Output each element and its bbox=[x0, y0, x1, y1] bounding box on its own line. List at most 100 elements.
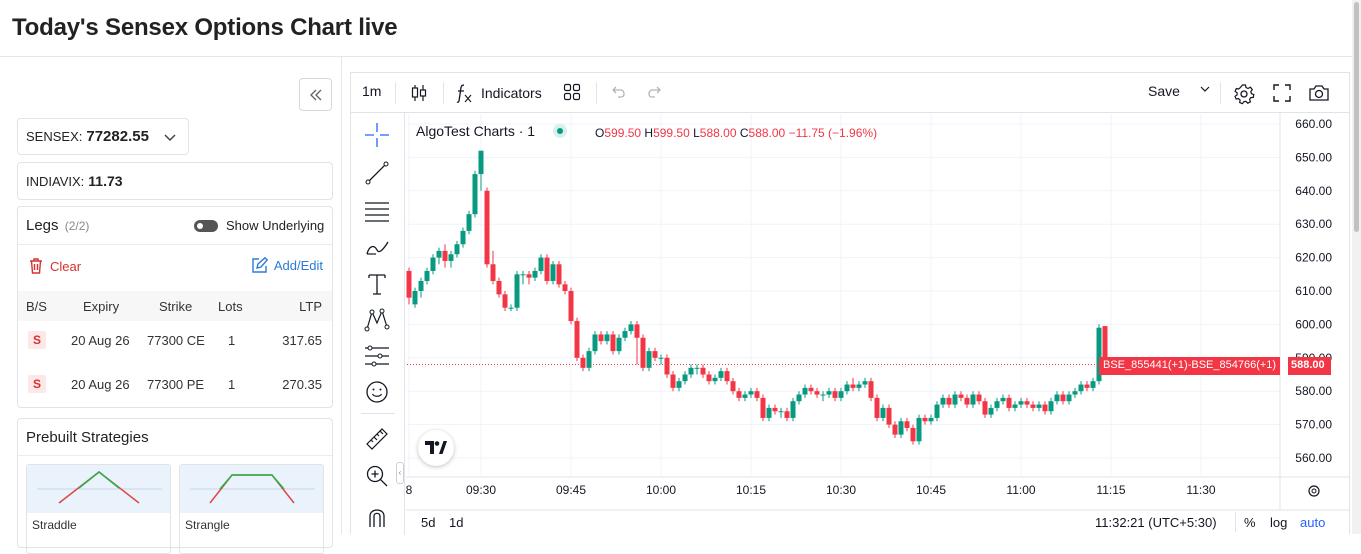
lots-cell: 1 bbox=[228, 333, 236, 348]
high-key: H bbox=[644, 126, 654, 140]
candle-body bbox=[958, 394, 964, 398]
candle-body bbox=[412, 291, 418, 305]
last-price-label: 588.00 bbox=[1288, 357, 1331, 375]
candle-body bbox=[712, 377, 718, 382]
y-tick-label: 660.00 bbox=[1295, 117, 1332, 131]
strategy-card-straddle[interactable]: Straddle bbox=[26, 464, 171, 554]
range-1d-button[interactable]: 1d bbox=[449, 515, 463, 530]
index-selector[interactable]: SENSEX: 77282.55 bbox=[17, 118, 189, 155]
y-tick-label: 650.00 bbox=[1295, 150, 1332, 164]
x-tick-label: 10:00 bbox=[646, 483, 676, 497]
strategy-card-strangle[interactable]: Strangle bbox=[179, 464, 324, 554]
candle-body bbox=[802, 387, 808, 395]
candle-body bbox=[544, 257, 550, 281]
candle-body bbox=[784, 411, 790, 418]
open-key: O bbox=[595, 126, 605, 140]
candle-body bbox=[952, 394, 958, 405]
candle-body bbox=[478, 150, 484, 175]
candle-body bbox=[430, 257, 436, 271]
table-row[interactable]: S 20 Aug 26 77300 CE 1 317.65 bbox=[18, 321, 332, 365]
candle-body bbox=[538, 257, 544, 271]
add-edit-legs-button[interactable]: Add/Edit bbox=[251, 257, 323, 274]
auto-scale-button[interactable]: auto bbox=[1300, 515, 1325, 530]
candle-body bbox=[844, 384, 850, 392]
candle-body bbox=[424, 270, 430, 281]
col-lots: Lots bbox=[218, 299, 243, 314]
vix-label: INDIAVIX: bbox=[26, 173, 85, 189]
timezone-clock[interactable]: 11:32:21 (UTC+5:30) bbox=[1095, 515, 1217, 530]
y-tick-label: 610.00 bbox=[1295, 284, 1332, 298]
tradingview-logo-icon bbox=[425, 441, 447, 454]
y-tick-label: 570.00 bbox=[1295, 418, 1332, 432]
clear-legs-button[interactable]: Clear bbox=[28, 257, 81, 275]
candle-body bbox=[598, 334, 604, 342]
candle-body bbox=[1018, 401, 1024, 405]
log-scale-button[interactable]: log bbox=[1270, 515, 1287, 530]
candle-body bbox=[694, 367, 700, 369]
candle-body bbox=[700, 367, 706, 375]
edit-icon bbox=[252, 257, 268, 273]
candle-body bbox=[604, 334, 610, 342]
add-edit-label: Add/Edit bbox=[273, 258, 323, 273]
candle-body bbox=[640, 337, 646, 368]
panel-resize-handle[interactable]: ‹ bbox=[396, 462, 404, 484]
candle-body bbox=[1054, 394, 1060, 402]
settings-gear-icon bbox=[1308, 485, 1320, 497]
x-tick-label: 09:30 bbox=[466, 483, 496, 497]
candle-body bbox=[928, 417, 934, 422]
legs-count: (2/2) bbox=[64, 219, 90, 233]
table-row[interactable]: S 20 Aug 26 77300 PE 1 270.35 bbox=[18, 365, 332, 409]
candle-body bbox=[562, 284, 568, 291]
tradingview-logo[interactable] bbox=[418, 430, 454, 466]
show-underlying-toggle[interactable] bbox=[194, 220, 218, 232]
vix-value: 11.73 bbox=[88, 173, 123, 189]
candle-body bbox=[1042, 404, 1048, 412]
candle-body bbox=[826, 391, 832, 395]
candle-body bbox=[718, 371, 724, 378]
candle-body bbox=[496, 280, 502, 295]
candle-body bbox=[616, 337, 622, 352]
trash-icon bbox=[30, 258, 42, 274]
col-expiry: Expiry bbox=[83, 299, 120, 314]
candle-body bbox=[736, 391, 742, 398]
legs-divider bbox=[18, 244, 332, 245]
candlestick-chart[interactable]: 660.00 650.00 640.00 630.00 620.00 610.00 600.… bbox=[351, 73, 1349, 535]
strike-cell: 77300 PE bbox=[147, 377, 205, 392]
candle-body bbox=[658, 357, 664, 359]
candle-body bbox=[1048, 401, 1054, 412]
candle-body bbox=[448, 254, 454, 261]
x-tick-label: 10:45 bbox=[916, 483, 946, 497]
expiry-cell: 20 Aug 26 bbox=[71, 377, 130, 392]
candle-body bbox=[1072, 391, 1078, 395]
high-value: 599.50 bbox=[653, 126, 690, 140]
page-scrollbar-thumb[interactable] bbox=[1354, 2, 1359, 232]
candle-body bbox=[1024, 401, 1030, 405]
candle-body bbox=[442, 250, 448, 261]
sell-badge[interactable]: S bbox=[28, 375, 46, 393]
change-value: −11.75 (−1.96%) bbox=[788, 126, 878, 140]
candle-body bbox=[436, 250, 442, 258]
candle-body bbox=[1060, 394, 1066, 402]
col-ltp: LTP bbox=[299, 299, 322, 314]
ltp-cell: 317.65 bbox=[282, 333, 322, 348]
prebuilt-strategies-panel: Prebuilt Strategies Straddle Strangle bbox=[17, 418, 333, 554]
candle-body bbox=[418, 280, 424, 291]
legs-table-header: B/S Expiry Strike Lots LTP bbox=[18, 291, 332, 321]
x-tick-label: 09:45 bbox=[556, 483, 586, 497]
candle-body bbox=[766, 407, 772, 418]
index-value: 77282.55 bbox=[86, 128, 149, 145]
candle-body bbox=[772, 407, 778, 412]
range-5d-button[interactable]: 5d bbox=[421, 515, 435, 530]
low-key: L bbox=[693, 126, 700, 140]
candle-body bbox=[706, 374, 712, 382]
col-strike: Strike bbox=[159, 299, 193, 314]
chart-title: AlgoTest Charts · 1 bbox=[416, 123, 536, 139]
candle-body bbox=[808, 387, 814, 392]
sell-badge[interactable]: S bbox=[28, 331, 46, 349]
percent-scale-button[interactable]: % bbox=[1244, 515, 1256, 530]
bottom-separator bbox=[1235, 512, 1236, 532]
candle-body bbox=[586, 351, 592, 368]
collapse-sidebar-button[interactable] bbox=[299, 78, 332, 111]
candle-body bbox=[682, 374, 688, 382]
candle-body bbox=[934, 404, 940, 418]
